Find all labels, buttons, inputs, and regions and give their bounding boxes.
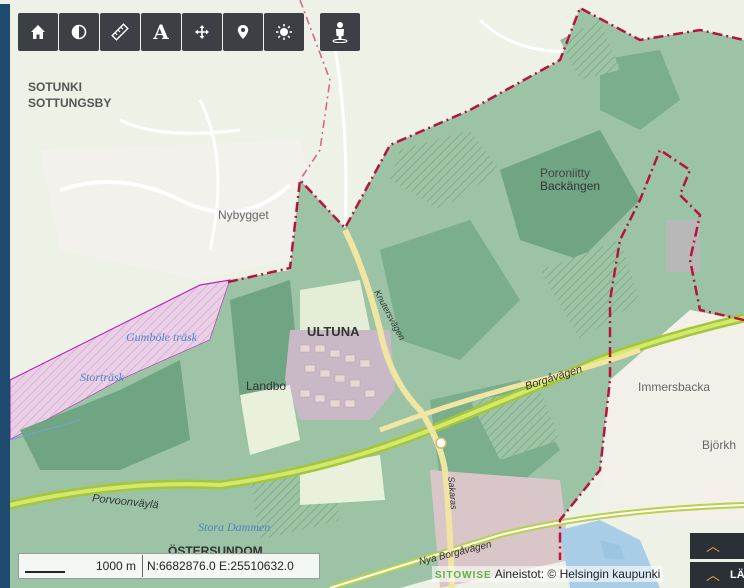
chevron-up-icon: ︿ — [706, 538, 720, 554]
map-toolbar: A — [18, 13, 304, 51]
corner-button-label: LÄ — [730, 569, 744, 581]
place-label-landbo: Landbo — [246, 379, 287, 393]
sun-button[interactable] — [264, 13, 304, 51]
place-label-backangen: Backängen — [540, 179, 601, 193]
place-label-bjorkh: Björkh — [702, 438, 737, 452]
ruler-icon — [111, 23, 129, 41]
move-button[interactable] — [182, 13, 222, 51]
home-button[interactable] — [18, 13, 58, 51]
chevron-up-icon: ︿ — [706, 567, 720, 583]
sitowise-logo: SITOWISE — [435, 570, 492, 581]
water-label-gumbole: Gumböle träsk — [126, 330, 197, 344]
marker-button[interactable] — [223, 13, 263, 51]
place-label-immersbacka: Immersbacka — [638, 380, 711, 394]
scale-label: 1000 m — [95, 559, 136, 573]
contrast-button[interactable] — [59, 13, 99, 51]
contrast-icon — [71, 24, 87, 40]
scale-line — [25, 571, 65, 573]
place-label-nybygget: Nybygget — [218, 208, 269, 222]
street-view-button[interactable] — [320, 13, 360, 51]
place-label-poroniitty: Poroniitty — [540, 166, 591, 180]
text-tool-button[interactable]: A — [141, 13, 181, 51]
attribution-text: Aineistot: © Helsingin kaupunki — [494, 567, 661, 581]
side-panel-edge — [0, 4, 10, 588]
water-label-stortrask: Storträsk — [80, 370, 125, 384]
expand-button-upper[interactable]: ︿ — [690, 533, 744, 559]
place-label-sottungsby: SOTTUNGSBY — [28, 96, 112, 110]
coordinate-readout: N:6682876.0 E:25510632.0 — [147, 559, 294, 573]
home-icon — [31, 25, 45, 39]
sun-icon — [276, 24, 292, 40]
attribution: SITOWISE Aineistot: © Helsingin kaupunki — [432, 566, 664, 582]
place-label-sotunki: SOTUNKI — [28, 80, 82, 94]
map-view[interactable]: A SOTUNKI SOTTUNGSBY Nybygget Poroniitty… — [0, 0, 744, 588]
scale-and-coordinates: 1000 m N:6682876.0 E:25510632.0 — [18, 553, 320, 579]
marker-icon — [237, 25, 249, 39]
scale-bar: 1000 m — [19, 555, 143, 577]
move-icon — [195, 25, 209, 39]
place-label-ultuna: ULTUNA — [307, 324, 360, 339]
water-label-stora-dammen: Stora Dammen — [198, 520, 271, 534]
measure-button[interactable] — [100, 13, 140, 51]
text-icon: A — [153, 20, 169, 44]
person-icon — [332, 22, 348, 43]
expand-button-lower[interactable]: ︿ LÄ — [690, 562, 744, 588]
